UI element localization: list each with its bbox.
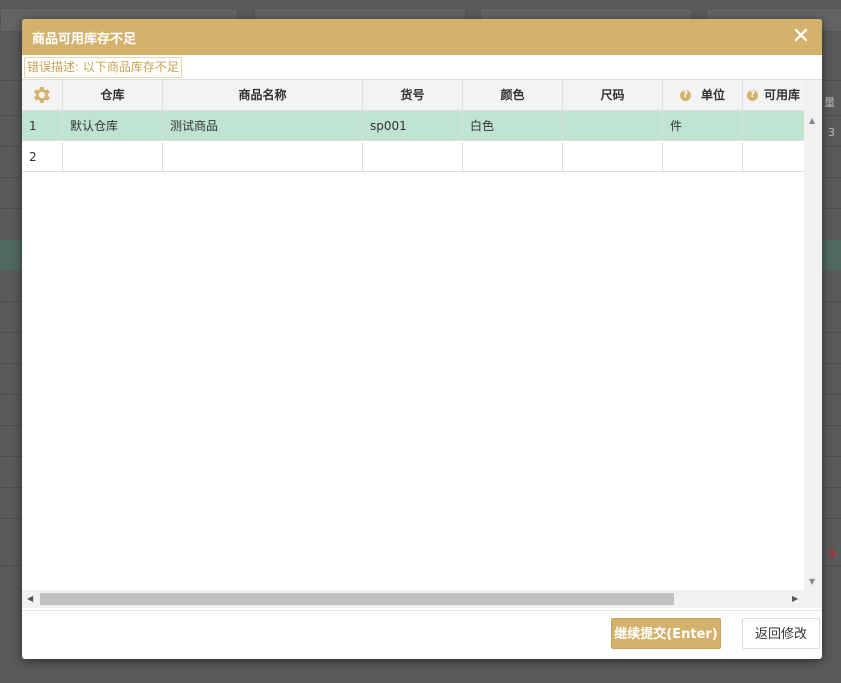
cell-product-name[interactable]: [163, 142, 363, 172]
dialog-title: 商品可用库存不足: [32, 32, 137, 47]
cell-size[interactable]: [563, 111, 663, 141]
grid-header: 仓库 商品名称 货号 颜色 尺码 ? 单位 ? 可用库: [22, 80, 804, 111]
column-header-size[interactable]: 尺码: [563, 80, 663, 110]
bg-cell-value: 3: [828, 126, 835, 139]
dialog-footer: 继续提交(Enter) 返回修改: [22, 610, 822, 659]
cell-color[interactable]: 白色: [463, 111, 563, 141]
cell-size[interactable]: [563, 142, 663, 172]
cell-unit[interactable]: [663, 142, 743, 172]
stock-shortage-dialog: 商品可用库存不足 ✕ 错误描述: 以下商品库存不足 仓库 商品名称 货号 颜色 …: [22, 19, 822, 659]
bg-total-value: 3: [828, 547, 836, 560]
horizontal-scrollbar[interactable]: ◀ ▶: [22, 590, 822, 608]
stock-grid: 仓库 商品名称 货号 颜色 尺码 ? 单位 ? 可用库 1 默认仓库 测试商品 sp…: [22, 79, 822, 610]
back-to-edit-button[interactable]: 返回修改: [742, 618, 820, 649]
close-icon[interactable]: ✕: [788, 23, 814, 51]
row-index: 2: [22, 142, 63, 172]
cell-available[interactable]: [743, 142, 804, 172]
cell-unit[interactable]: 件: [663, 111, 743, 141]
table-row[interactable]: 1 默认仓库 测试商品 sp001 白色 件: [22, 111, 804, 141]
grid-body: 1 默认仓库 测试商品 sp001 白色 件 2: [22, 111, 804, 591]
horizontal-scroll-thumb[interactable]: [40, 593, 674, 605]
scroll-up-icon[interactable]: ▲: [809, 116, 815, 125]
row-index: 1: [22, 111, 63, 141]
scroll-left-icon[interactable]: ◀: [27, 594, 33, 603]
scroll-right-icon[interactable]: ▶: [792, 594, 798, 603]
cell-warehouse[interactable]: 默认仓库: [63, 111, 163, 141]
scroll-down-icon[interactable]: ▼: [809, 577, 815, 586]
bg-col-header: 量: [824, 96, 835, 109]
cell-sku[interactable]: sp001: [363, 111, 463, 141]
column-header-sku[interactable]: 货号: [363, 80, 463, 110]
column-header-unit[interactable]: ? 单位: [663, 80, 743, 110]
vertical-scrollbar[interactable]: ▲ ▼: [804, 80, 822, 590]
cell-sku[interactable]: [363, 142, 463, 172]
question-icon[interactable]: ?: [679, 90, 691, 101]
column-header-product-name[interactable]: 商品名称: [163, 80, 363, 110]
dialog-header: 商品可用库存不足 ✕: [22, 19, 822, 55]
cell-available[interactable]: [743, 111, 804, 141]
continue-submit-button[interactable]: 继续提交(Enter): [611, 618, 721, 649]
column-header-available[interactable]: ? 可用库: [743, 80, 804, 110]
column-header-warehouse[interactable]: 仓库: [63, 80, 163, 110]
column-settings[interactable]: [22, 80, 63, 110]
cell-color[interactable]: [463, 142, 563, 172]
cell-product-name[interactable]: 测试商品: [163, 111, 363, 141]
gear-icon[interactable]: [30, 84, 52, 106]
column-header-unit-label: 单位: [700, 88, 725, 102]
column-header-color[interactable]: 颜色: [463, 80, 563, 110]
error-description: 错误描述: 以下商品库存不足: [24, 57, 182, 78]
question-icon[interactable]: ?: [747, 90, 758, 101]
table-row[interactable]: 2: [22, 142, 804, 172]
cell-warehouse[interactable]: [63, 142, 163, 172]
column-header-available-label: 可用库: [764, 88, 801, 102]
